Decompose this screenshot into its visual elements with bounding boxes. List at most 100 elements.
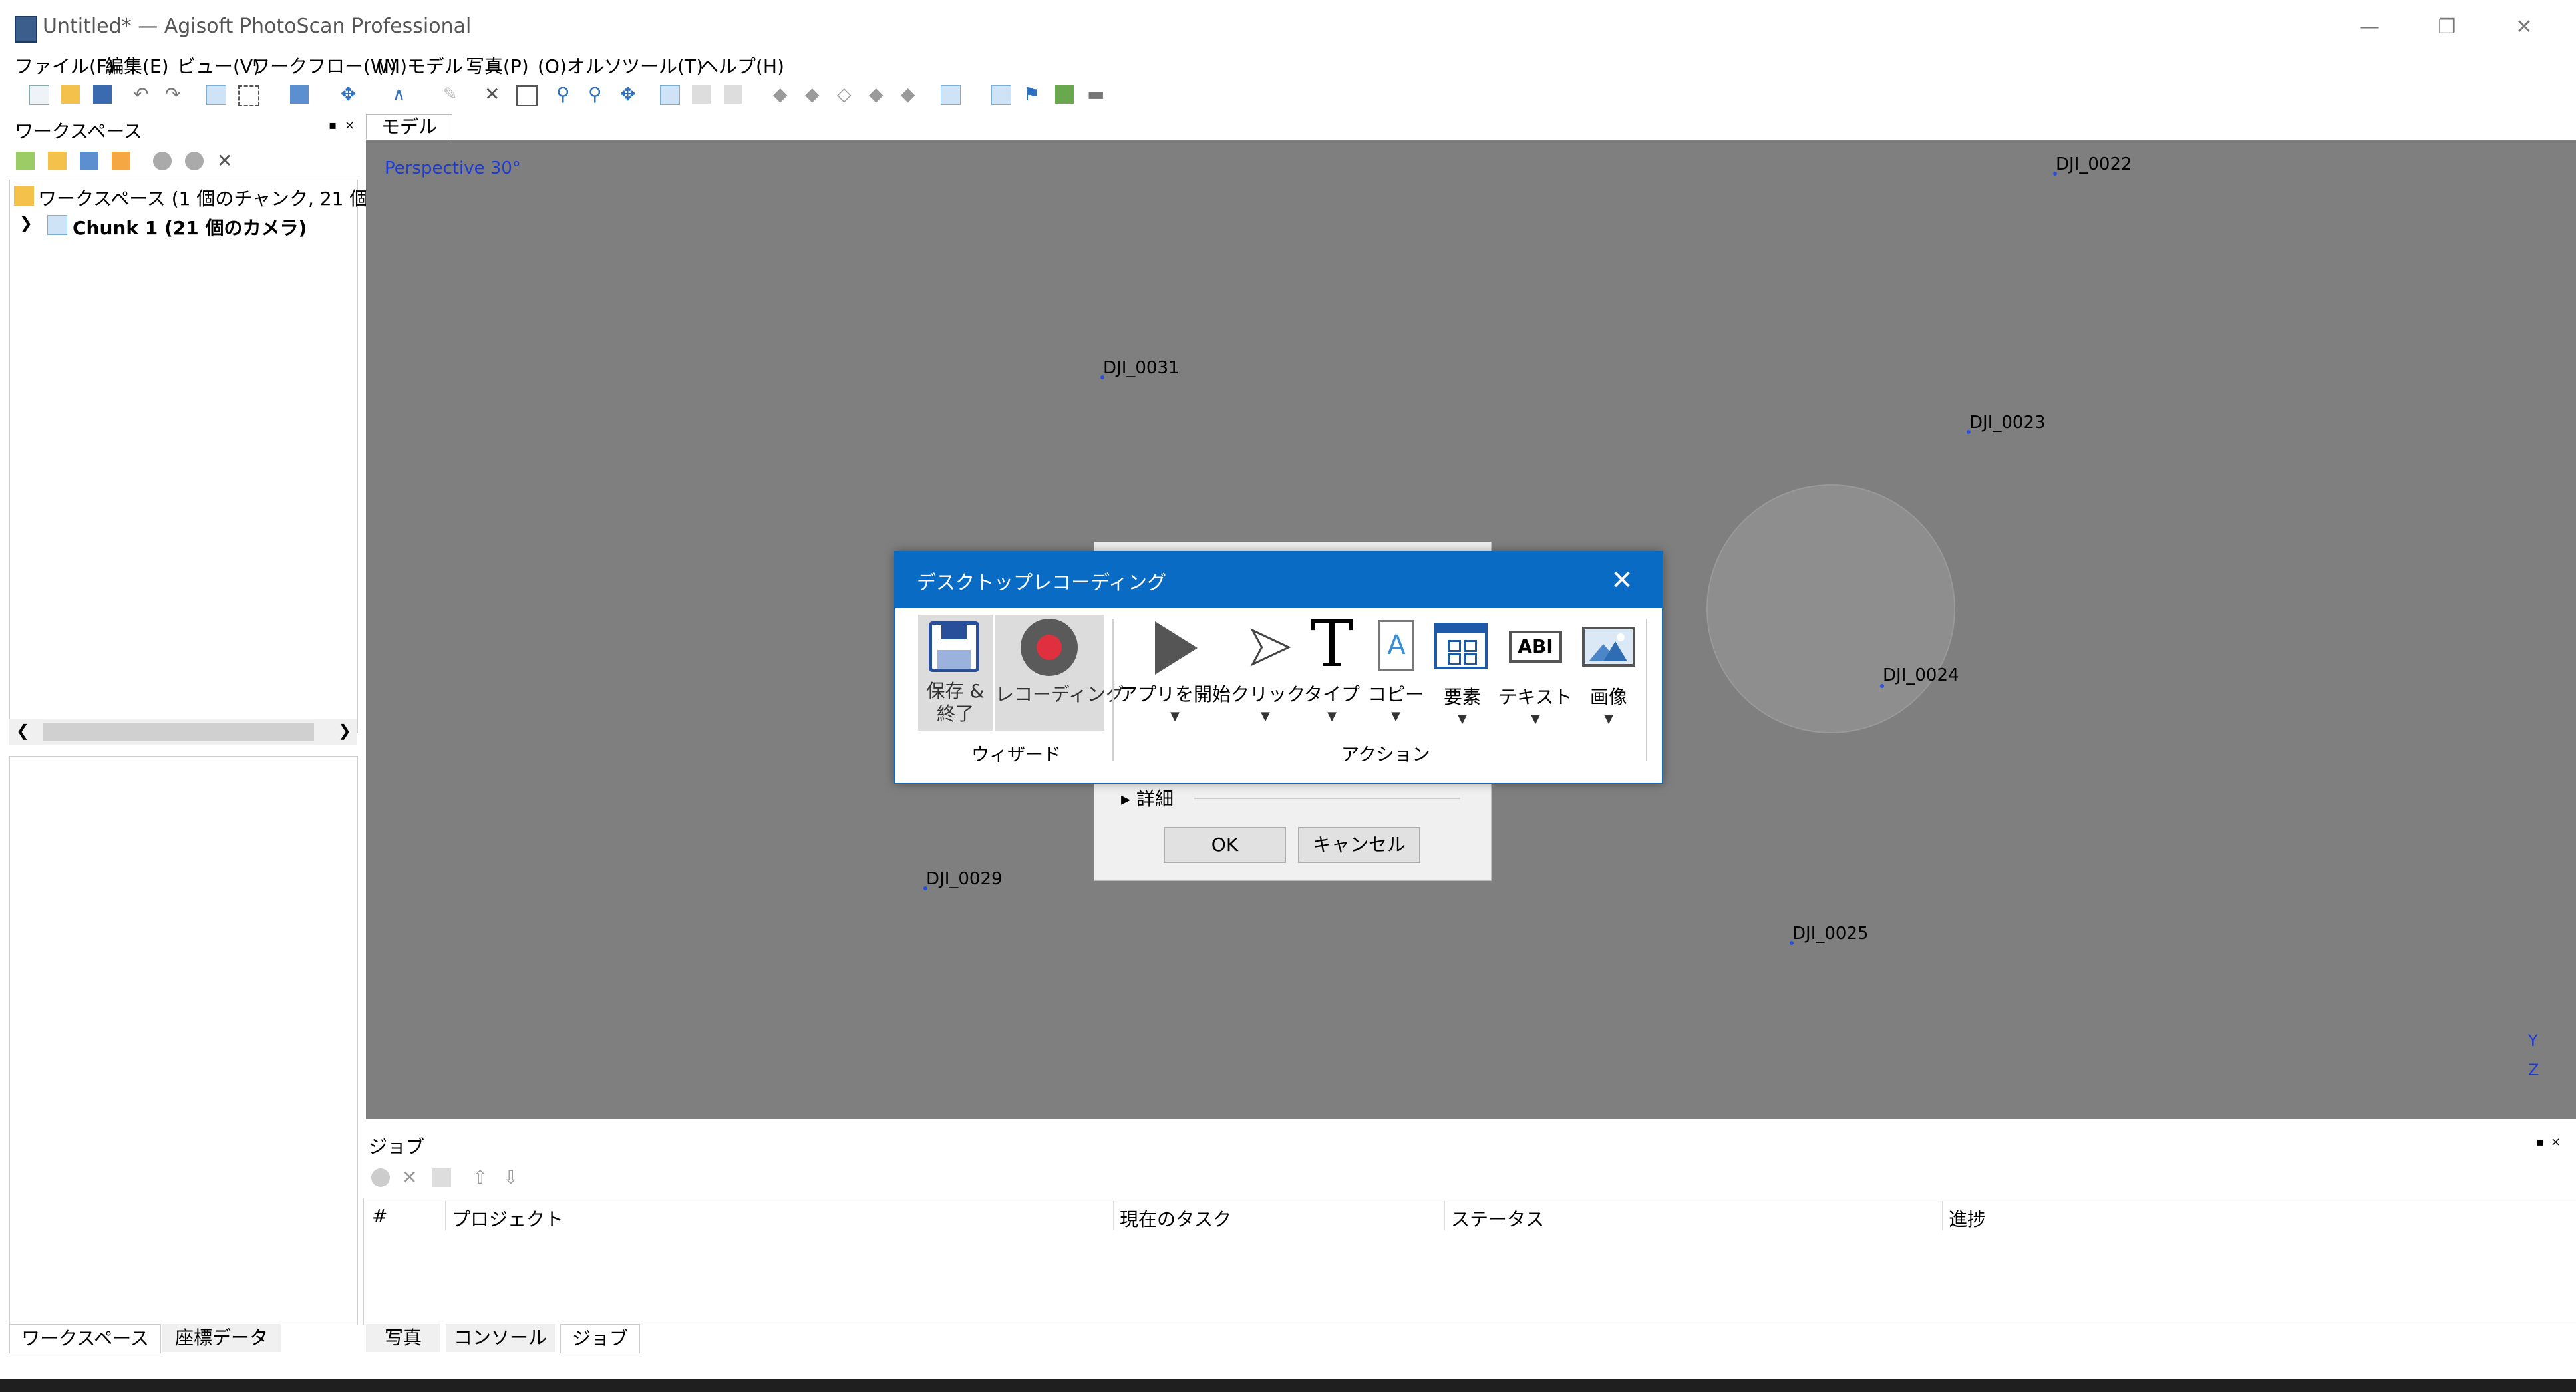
column-project[interactable]: プロジェクト <box>452 1205 564 1232</box>
zoom-in-icon[interactable]: ⚲ <box>556 85 575 104</box>
menu-photo[interactable]: 写真(P) <box>466 52 529 79</box>
delete-icon[interactable]: ✕ <box>484 85 503 104</box>
chevron-down-icon[interactable]: ▼ <box>1231 709 1300 723</box>
add-photos-icon[interactable] <box>48 152 67 170</box>
clear-icon[interactable] <box>432 1168 451 1187</box>
open-folder-icon[interactable] <box>61 85 80 104</box>
menu-edit[interactable]: 編集(E) <box>105 52 169 79</box>
column-status[interactable]: ステータス <box>1451 1205 1544 1232</box>
chevron-down-icon[interactable]: ▼ <box>1364 709 1428 723</box>
move-object-icon[interactable]: ✥ <box>341 85 359 104</box>
tiled-icon[interactable]: ◆ <box>901 85 919 104</box>
column-current-task[interactable]: 現在のタスク <box>1120 1205 1231 1232</box>
pencil-icon[interactable]: ✎ <box>443 85 462 104</box>
copy-button[interactable]: A コピー ▼ <box>1364 615 1428 731</box>
menu-help[interactable]: ヘルプ(H) <box>700 52 784 79</box>
jobs-toolbar: ✕ ⇧ ⇩ <box>366 1163 2576 1194</box>
chevron-down-icon[interactable]: ▼ <box>1428 712 1497 726</box>
type-button[interactable]: T タイプ ▼ <box>1300 612 1364 731</box>
move-up-icon[interactable]: ⇧ <box>472 1168 491 1187</box>
ruler-icon[interactable]: ∧ <box>393 85 411 104</box>
chevron-down-icon[interactable]: ▼ <box>1119 709 1231 723</box>
scroll-thumb[interactable] <box>43 723 314 741</box>
recording-button[interactable]: レコーディング <box>995 615 1124 731</box>
ok-button[interactable]: OK <box>1164 827 1286 863</box>
details-toggle[interactable]: ▸ 詳細 <box>1121 784 1174 811</box>
chevron-down-icon[interactable]: ▼ <box>1300 709 1364 723</box>
menu-tools[interactable]: ツール(T) <box>621 52 703 79</box>
workspace-root[interactable]: ワークスペース (1 個のチャンク, 21 個のカ <box>38 184 405 211</box>
menu-ortho[interactable]: (O)オルソ <box>538 52 623 79</box>
chevron-down-icon[interactable]: ▼ <box>1497 712 1574 726</box>
textured-icon[interactable]: ◆ <box>869 85 887 104</box>
dense-cloud-icon[interactable] <box>692 85 711 104</box>
remove-job-icon[interactable]: ✕ <box>402 1168 420 1187</box>
tab-reference[interactable]: 座標データ <box>162 1324 281 1352</box>
tab-workspace[interactable]: ワークスペース <box>9 1324 161 1353</box>
remove-icon[interactable]: ✕ <box>217 152 236 170</box>
scroll-right-icon[interactable]: ❯ <box>338 721 351 740</box>
move-down-icon[interactable]: ⇩ <box>503 1168 522 1187</box>
restore-icon[interactable]: ❐ <box>2427 11 2467 44</box>
column-number[interactable]: # <box>372 1205 387 1227</box>
add-markers-icon[interactable] <box>112 152 130 170</box>
copy-document-icon: A <box>1378 620 1414 671</box>
panel-float-icon[interactable]: ▪ <box>329 118 337 132</box>
enable-icon[interactable] <box>153 152 172 170</box>
show-cameras-icon[interactable] <box>941 85 961 105</box>
reset-view-icon[interactable]: ✥ <box>620 85 639 104</box>
scroll-left-icon[interactable]: ❮ <box>16 721 29 740</box>
chevron-down-icon[interactable]: ▼ <box>1574 712 1643 726</box>
point-cloud-icon[interactable] <box>660 85 680 105</box>
save-icon[interactable] <box>93 85 112 104</box>
chunk-item[interactable]: Chunk 1 (21 個のカメラ) <box>73 214 307 240</box>
add-chunk-icon[interactable] <box>16 152 35 170</box>
panel-close-icon[interactable]: × <box>345 118 355 132</box>
show-images-icon[interactable] <box>1055 85 1074 104</box>
menu-file[interactable]: ファイル(F) <box>15 52 114 79</box>
crop-icon[interactable] <box>516 85 538 106</box>
panel-close-icon[interactable]: × <box>2551 1135 2561 1149</box>
workspace-toolbar: ✕ <box>9 146 359 178</box>
image-button[interactable]: 画像 ▼ <box>1574 615 1643 731</box>
panel-float-icon[interactable]: ▪ <box>2536 1135 2544 1149</box>
show-markers-icon[interactable]: ⚑ <box>1023 85 1042 104</box>
navigation-icon[interactable] <box>206 85 226 105</box>
tab-console[interactable]: コンソール <box>446 1324 555 1352</box>
shaded-icon[interactable]: ◆ <box>773 85 792 104</box>
element-button[interactable]: 要素 ▼ <box>1428 615 1497 731</box>
save-exit-button[interactable]: 保存 & 終了 <box>918 615 993 731</box>
undo-icon[interactable]: ↶ <box>133 85 152 104</box>
wireframe-icon[interactable]: ◇ <box>837 85 856 104</box>
minimize-icon[interactable]: — <box>2350 11 2390 44</box>
solid-icon[interactable]: ◆ <box>805 85 824 104</box>
tab-photos[interactable]: 写真 <box>366 1324 440 1352</box>
cancel-button[interactable]: キャンセル <box>1298 827 1420 863</box>
chevron-right-icon[interactable]: ❯ <box>19 214 33 232</box>
column-divider <box>1444 1201 1445 1230</box>
move-region-icon[interactable] <box>290 85 309 104</box>
rectangle-select-icon[interactable] <box>238 85 259 106</box>
horizontal-scrollbar[interactable]: ❮ ❯ <box>9 719 357 745</box>
menu-view[interactable]: ビュー(V) <box>177 52 260 79</box>
close-icon[interactable]: ✕ <box>1603 562 1641 599</box>
camera-label: DJI_0031 <box>1103 358 1180 378</box>
tab-model[interactable]: モデル <box>366 114 452 139</box>
tab-jobs[interactable]: ジョブ <box>560 1324 640 1353</box>
redo-icon[interactable]: ↷ <box>165 85 184 104</box>
text-button[interactable]: ABI テキスト ▼ <box>1497 615 1574 731</box>
mesh-icon[interactable] <box>724 85 742 104</box>
column-progress[interactable]: 進捗 <box>1949 1205 1986 1232</box>
disable-icon[interactable] <box>185 152 204 170</box>
new-file-icon[interactable] <box>29 85 49 105</box>
click-button[interactable]: ➤ クリック ▼ <box>1231 615 1305 731</box>
menu-workflow[interactable]: ワークフロー(W) <box>251 52 397 79</box>
menu-model[interactable]: (M)モデル <box>377 52 463 79</box>
show-shapes-icon[interactable] <box>991 85 1011 105</box>
add-folder-icon[interactable] <box>80 152 98 170</box>
show-region-icon[interactable]: ▬ <box>1087 85 1106 104</box>
pause-icon[interactable] <box>371 1168 390 1187</box>
start-app-button[interactable]: アプリを開始 ▼ <box>1119 615 1231 731</box>
zoom-out-icon[interactable]: ⚲ <box>588 85 607 104</box>
close-icon[interactable]: ✕ <box>2504 11 2544 44</box>
